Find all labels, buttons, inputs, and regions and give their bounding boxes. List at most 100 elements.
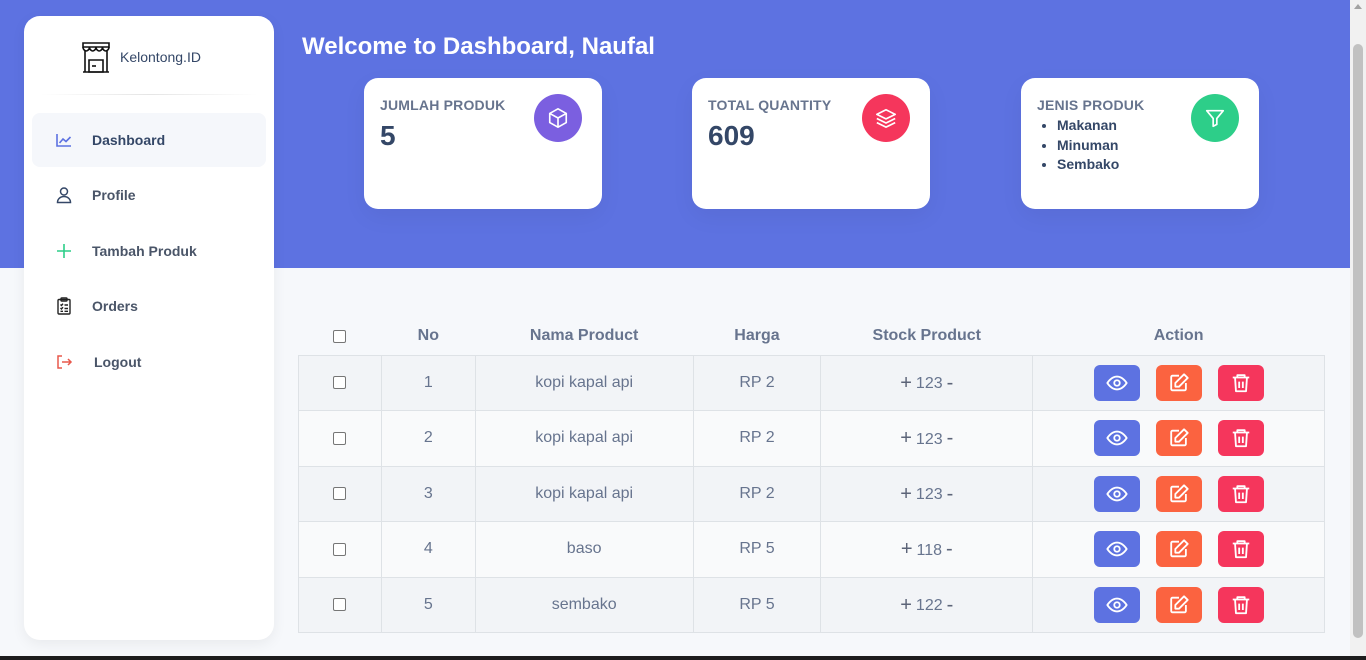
clipboard-list-icon xyxy=(52,294,76,318)
scrollbar-thumb[interactable] xyxy=(1353,44,1363,638)
delete-button[interactable] xyxy=(1217,531,1264,568)
stock-decrement-button[interactable]: - xyxy=(947,428,954,448)
table-header-row: No Nama Product Harga Stock Product Acti… xyxy=(299,318,1325,355)
cell-stock: +123- xyxy=(820,465,1034,522)
view-button[interactable] xyxy=(1093,420,1140,457)
cell-no: 5 xyxy=(380,576,476,633)
sidebar-item-tambah-produk[interactable]: Tambah Produk xyxy=(32,224,266,278)
row-actions xyxy=(1093,586,1264,623)
edit-button[interactable] xyxy=(1155,420,1202,457)
row-actions xyxy=(1093,531,1264,568)
row-checkbox[interactable] xyxy=(333,542,347,556)
cell-action xyxy=(1032,410,1325,467)
plus-icon xyxy=(52,239,76,263)
bottom-bar xyxy=(0,656,1366,660)
logout-icon xyxy=(52,350,76,374)
cell-no: 1 xyxy=(380,354,476,411)
sidebar-item-logout[interactable]: Logout xyxy=(32,335,266,389)
cell-no: 4 xyxy=(380,521,476,578)
cell-harga: RP 5 xyxy=(692,576,822,633)
card-jumlah-produk: JUMLAH PRODUK 5 xyxy=(364,78,602,209)
stock-value: 123 xyxy=(915,486,943,503)
edit-button[interactable] xyxy=(1155,475,1202,512)
row-checkbox[interactable] xyxy=(333,376,347,390)
eye-icon xyxy=(1105,372,1128,394)
trash-icon xyxy=(1230,538,1252,560)
table-row: 4 baso RP 5 +118- xyxy=(298,521,1325,578)
column-header-no[interactable]: No xyxy=(381,318,475,355)
row-checkbox[interactable] xyxy=(333,487,347,501)
user-icon xyxy=(52,183,76,207)
cell-action xyxy=(1032,465,1325,522)
cell-action xyxy=(1032,354,1325,411)
stock-increment-button[interactable]: + xyxy=(901,539,913,559)
jenis-list: Makanan Minuman Sembako xyxy=(1057,116,1119,175)
cell-action xyxy=(1032,576,1325,633)
cell-stock: +123- xyxy=(820,354,1034,411)
row-checkbox[interactable] xyxy=(333,598,347,612)
eye-icon xyxy=(1105,594,1128,616)
brand-name: Kelontong.ID xyxy=(120,49,201,65)
edit-icon xyxy=(1168,538,1190,560)
brand[interactable]: Kelontong.ID xyxy=(80,40,201,74)
stock-decrement-button[interactable]: - xyxy=(946,539,953,559)
cell-harga: RP 5 xyxy=(692,521,822,578)
delete-button[interactable] xyxy=(1217,364,1264,401)
stock-stepper: +122- xyxy=(900,594,953,615)
sidebar-item-label: Profile xyxy=(92,187,136,203)
cell-nama: kopi kapal api xyxy=(474,354,694,411)
scroll-up-arrow[interactable] xyxy=(1354,4,1362,9)
row-checkbox[interactable] xyxy=(333,431,347,445)
edit-button[interactable] xyxy=(1155,364,1202,401)
stock-increment-button[interactable]: + xyxy=(900,484,912,504)
delete-button[interactable] xyxy=(1217,420,1264,457)
column-header-stock[interactable]: Stock Product xyxy=(821,318,1033,355)
filter-icon xyxy=(1191,94,1239,142)
column-header-action: Action xyxy=(1153,327,1204,345)
cell-stock: +118- xyxy=(820,521,1034,578)
sidebar-item-label: Logout xyxy=(94,354,142,370)
stock-increment-button[interactable]: + xyxy=(900,595,912,615)
column-header-harga[interactable]: Harga xyxy=(693,318,821,355)
page-title: Welcome to Dashboard, Naufal xyxy=(302,33,655,60)
stock-increment-button[interactable]: + xyxy=(900,428,912,448)
select-cell xyxy=(298,576,382,633)
sidebar-divider xyxy=(40,94,258,95)
edit-button[interactable] xyxy=(1155,531,1202,568)
card-total-quantity: TOTAL QUANTITY 609 xyxy=(692,78,930,209)
cell-no: 2 xyxy=(380,410,476,467)
delete-button[interactable] xyxy=(1217,586,1264,623)
cell-harga: RP 2 xyxy=(692,354,822,411)
sidebar-item-orders[interactable]: Orders xyxy=(32,279,266,333)
row-actions xyxy=(1093,475,1264,512)
edit-button[interactable] xyxy=(1155,586,1202,623)
edit-icon xyxy=(1168,372,1190,394)
view-button[interactable] xyxy=(1093,475,1140,512)
chart-line-icon xyxy=(52,128,76,152)
select-cell xyxy=(298,521,382,578)
products-table: No Nama Product Harga Stock Product Acti… xyxy=(298,318,1325,633)
list-item: Minuman xyxy=(1057,136,1119,156)
select-all-checkbox[interactable] xyxy=(333,329,347,343)
card-label: JUMLAH PRODUK xyxy=(380,97,506,113)
stock-decrement-button[interactable]: - xyxy=(947,484,954,504)
trash-icon xyxy=(1230,427,1252,449)
view-button[interactable] xyxy=(1093,364,1140,401)
edit-icon xyxy=(1168,427,1190,449)
sidebar-item-profile[interactable]: Profile xyxy=(32,168,266,222)
stock-increment-button[interactable]: + xyxy=(900,373,912,393)
eye-icon xyxy=(1105,538,1128,560)
view-button[interactable] xyxy=(1093,586,1140,623)
column-header-nama[interactable]: Nama Product xyxy=(475,318,693,355)
stock-decrement-button[interactable]: - xyxy=(947,373,954,393)
stock-decrement-button[interactable]: - xyxy=(947,595,954,615)
select-cell xyxy=(298,354,382,411)
cell-action xyxy=(1032,521,1325,578)
table-row: 2 kopi kapal api RP 2 +123- xyxy=(298,410,1325,467)
sidebar-item-dashboard[interactable]: Dashboard xyxy=(32,113,266,167)
scrollbar[interactable] xyxy=(1350,0,1366,656)
delete-button[interactable] xyxy=(1217,475,1264,512)
stock-stepper: +123- xyxy=(900,372,953,393)
view-button[interactable] xyxy=(1093,531,1140,568)
stock-stepper: +118- xyxy=(901,539,953,560)
